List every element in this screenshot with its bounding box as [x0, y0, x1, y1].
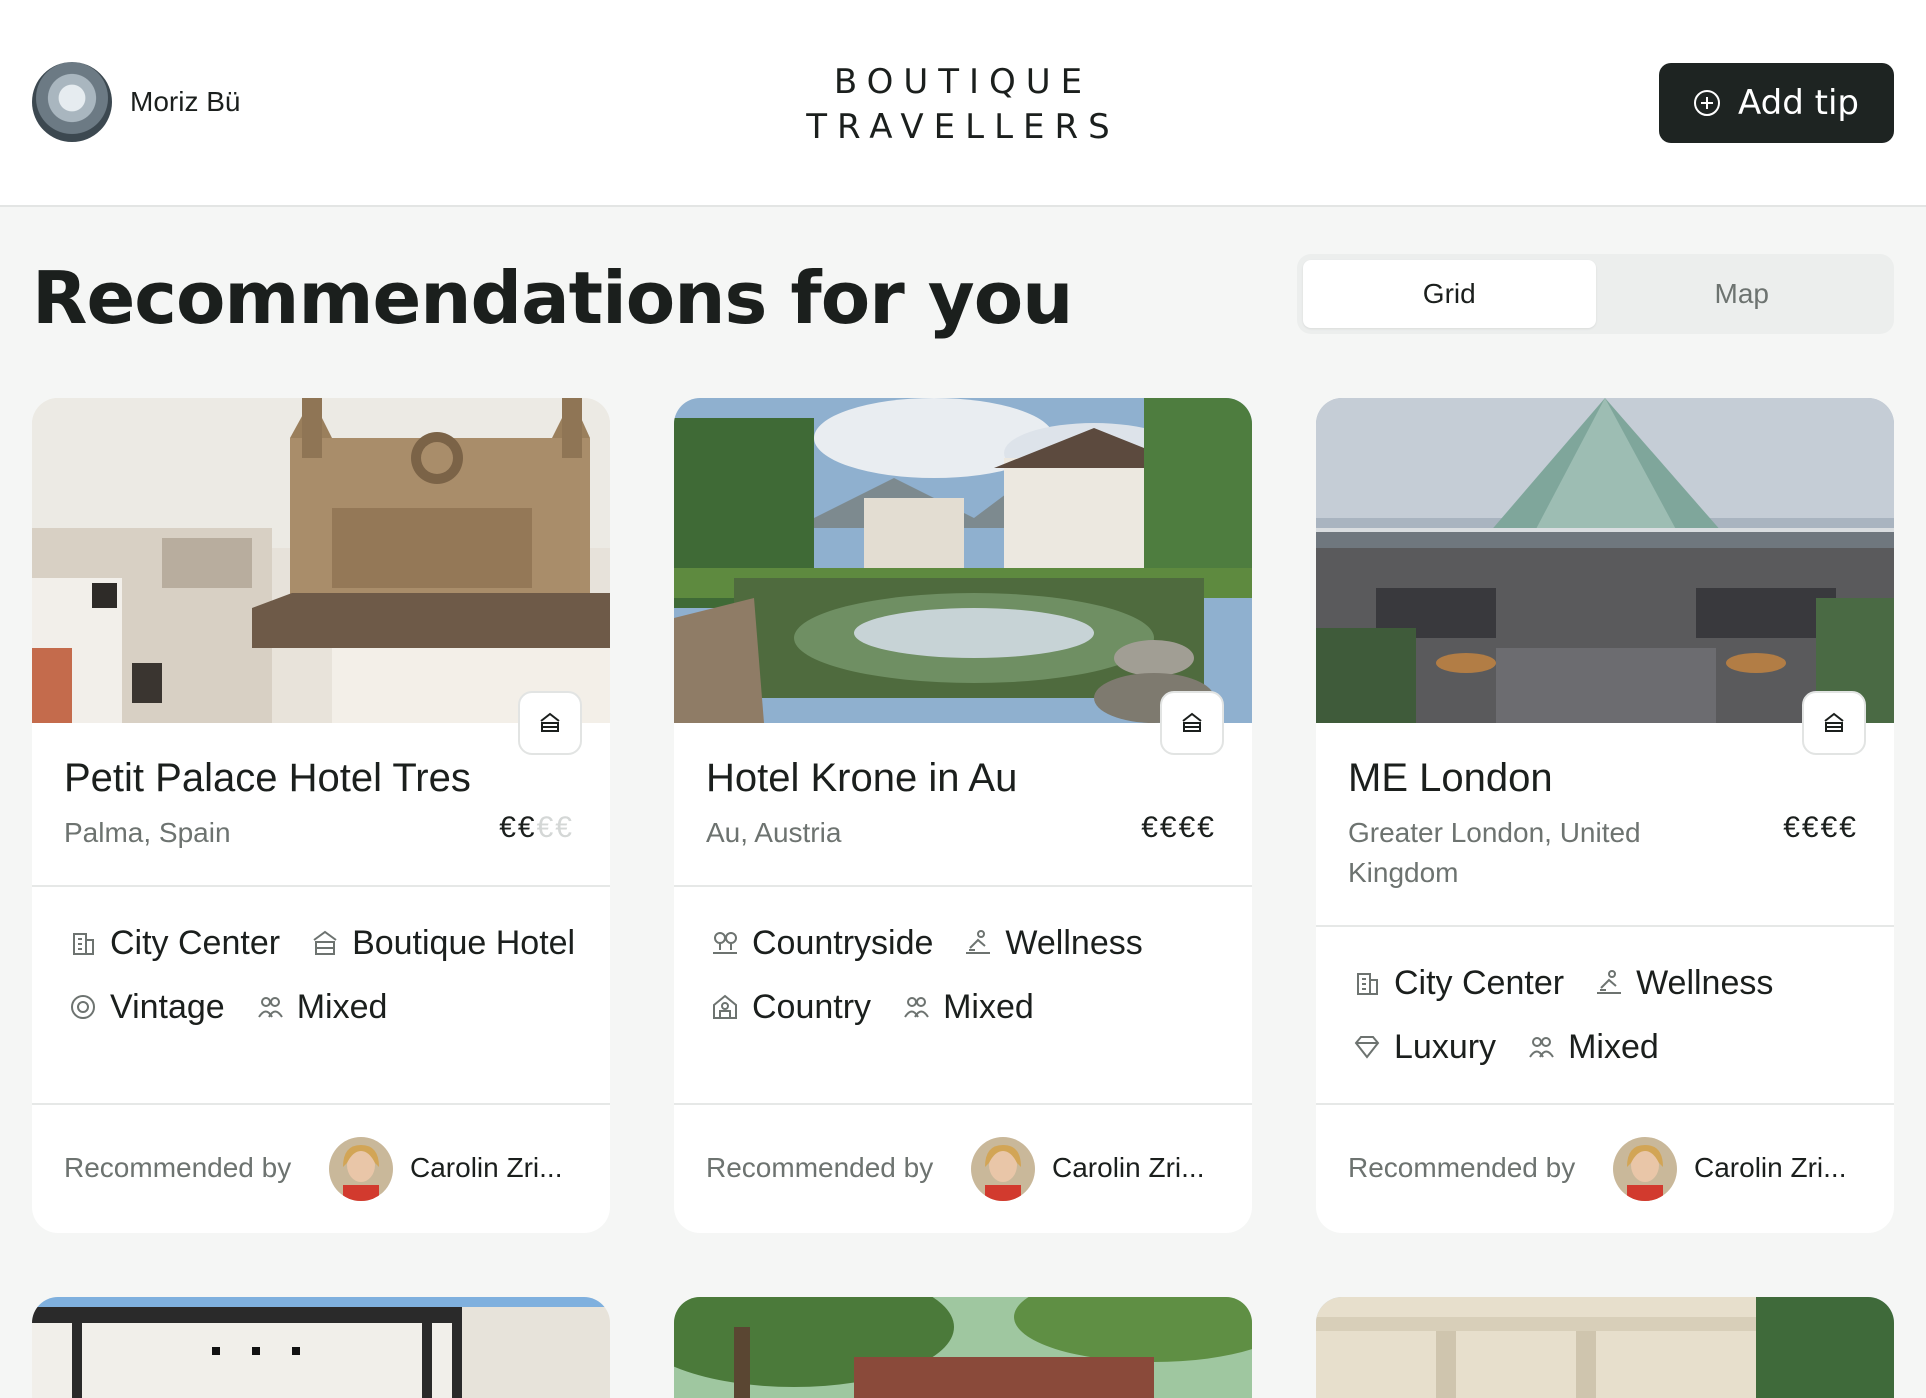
save-button[interactable] — [518, 691, 582, 755]
hotel-card[interactable]: ME London Greater London, United Kingdom… — [1316, 398, 1894, 1233]
tag-label: City Center — [1394, 963, 1565, 1002]
tag: Vintage — [68, 987, 225, 1027]
recommender-avatar[interactable] — [329, 1137, 393, 1201]
tag-label: Mixed — [296, 987, 388, 1026]
brand-logo[interactable]: BOUTIQUE TRAVELLERS — [0, 60, 1926, 150]
tag-label: City Center — [110, 923, 281, 962]
tag-label: Country — [752, 987, 872, 1026]
hotel-location: Au, Austria — [706, 817, 842, 848]
save-button[interactable] — [1160, 691, 1224, 755]
people-icon — [257, 997, 283, 1018]
divider — [674, 1103, 1252, 1105]
plus-circle-icon — [1694, 90, 1720, 116]
tag: Wellness — [963, 923, 1143, 963]
building-icon — [1357, 973, 1378, 995]
logo-line-2: TRAVELLERS — [806, 107, 1120, 147]
diamond-icon — [1354, 1036, 1380, 1059]
hotel-name[interactable]: Hotel Krone in Au — [706, 756, 1017, 801]
tag: Luxury — [1352, 1027, 1496, 1067]
tag-label: Mixed — [943, 987, 1034, 1026]
hotel-location: Palma, Spain — [64, 817, 231, 848]
tag: Boutique Hotel — [310, 923, 575, 963]
hotel-photo[interactable] — [674, 398, 1252, 723]
wellness-icon — [1597, 970, 1622, 994]
tag-label: Countryside — [752, 923, 934, 962]
hotel-photo[interactable] — [32, 1297, 610, 1398]
tag-label: Wellness — [1005, 923, 1143, 962]
tag: Wellness — [1594, 963, 1773, 1003]
view-toggle: Grid Map — [1297, 254, 1894, 334]
tag: Mixed — [255, 987, 388, 1027]
price-active: €€€€ — [1783, 811, 1858, 844]
recommended-by-label: Recommended by — [706, 1152, 934, 1183]
tag: City Center — [68, 923, 280, 963]
recommender-avatar[interactable] — [1613, 1137, 1677, 1201]
divider — [674, 885, 1252, 887]
price-active: €€€€ — [1141, 811, 1216, 844]
bed-icon — [1824, 712, 1844, 732]
price-level: €€€€ — [1783, 811, 1858, 845]
hotel-photo[interactable] — [674, 1297, 1252, 1398]
hotel-photo[interactable] — [32, 398, 610, 723]
barn-icon — [713, 994, 737, 1019]
vintage-icon — [71, 995, 95, 1019]
hotel-name[interactable]: Petit Palace Hotel Tres — [64, 756, 471, 801]
tab-map[interactable]: Map — [1596, 260, 1889, 328]
bed-icon — [540, 712, 560, 732]
tag: Mixed — [1526, 1027, 1659, 1067]
price-inactive: €€ — [536, 811, 574, 844]
tag-list: Countryside Wellness Country Mixed — [710, 923, 1240, 1027]
price-level: €€€€ — [499, 811, 574, 845]
tag: Countryside — [710, 923, 933, 963]
hotel-card[interactable]: Petit Palace Hotel Tres Palma, Spain €€€… — [32, 398, 610, 1233]
price-active: €€ — [499, 811, 537, 844]
building-icon — [73, 933, 94, 955]
tag-label: Wellness — [1636, 963, 1774, 1002]
tag-label: Boutique Hotel — [352, 923, 576, 962]
tag-label: Mixed — [1568, 1027, 1659, 1066]
recommended-by-label: Recommended by — [1348, 1152, 1576, 1183]
tag: City Center — [1352, 963, 1564, 1003]
people-icon — [904, 997, 929, 1018]
page-title: Recommendations for you — [32, 256, 1073, 340]
recommender-name[interactable]: Carolin Zri... — [1052, 1152, 1204, 1184]
hotel-name[interactable]: ME London — [1348, 756, 1553, 801]
bed-icon — [1182, 712, 1202, 732]
divider — [32, 1103, 610, 1105]
hotel-location: Greater London, United Kingdom — [1348, 817, 1641, 888]
divider — [1316, 925, 1894, 927]
add-tip-button[interactable]: Add tip — [1659, 63, 1894, 143]
tag-list: City Center Wellness Luxury Mixed — [1352, 963, 1882, 1067]
top-header: Moriz Bü BOUTIQUE TRAVELLERS Add tip — [0, 0, 1926, 207]
countryside-icon — [713, 932, 737, 954]
tag-list: City Center Boutique Hotel Vintage Mixed — [68, 923, 598, 1027]
recommender-name[interactable]: Carolin Zri... — [1694, 1152, 1846, 1184]
recommended-by-label: Recommended by — [64, 1152, 292, 1183]
hotel-photo[interactable] — [1316, 1297, 1894, 1398]
recommender-name[interactable]: Carolin Zri... — [410, 1152, 562, 1184]
price-level: €€€€ — [1141, 811, 1216, 845]
tag: Country — [710, 987, 871, 1027]
tab-grid[interactable]: Grid — [1303, 260, 1596, 328]
divider — [1316, 1103, 1894, 1105]
tag-label: Vintage — [110, 987, 225, 1026]
logo-line-1: BOUTIQUE — [833, 62, 1093, 102]
recommender-avatar[interactable] — [971, 1137, 1035, 1201]
tag-label: Luxury — [1394, 1027, 1497, 1066]
hotel-photo[interactable] — [1316, 398, 1894, 723]
wellness-icon — [966, 930, 991, 954]
boutique-hotel-icon — [313, 930, 337, 955]
save-button[interactable] — [1802, 691, 1866, 755]
add-tip-label: Add tip — [1738, 83, 1859, 123]
people-icon — [1529, 1037, 1554, 1058]
hotel-card[interactable]: Hotel Krone in Au Au, Austria €€€€ Count… — [674, 398, 1252, 1233]
tag: Mixed — [901, 987, 1034, 1027]
divider — [32, 885, 610, 887]
